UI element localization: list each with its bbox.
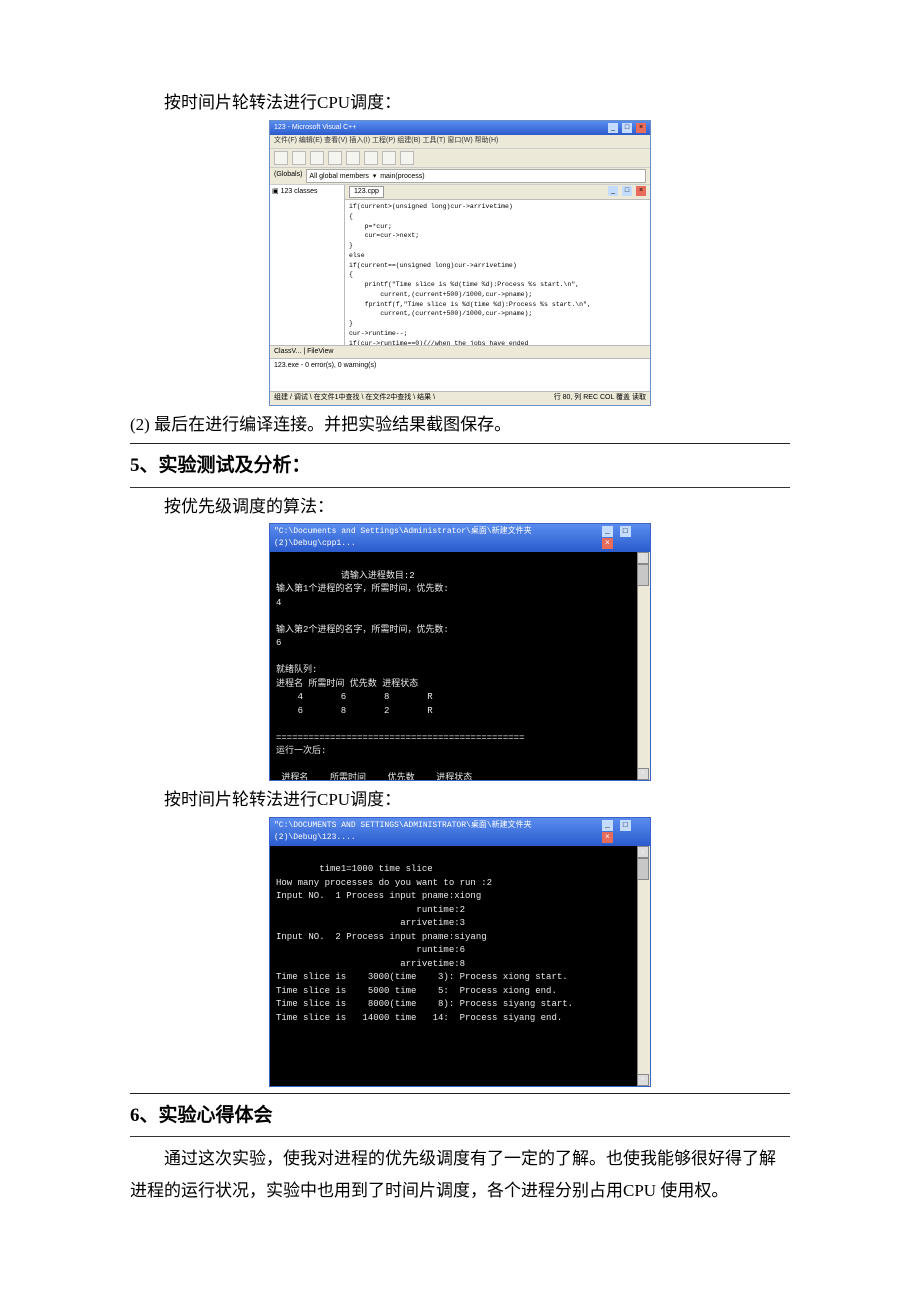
divider — [130, 487, 790, 488]
console-titlebar: "C:\DOCUMENTS AND SETTINGS\ADMINISTRATOR… — [270, 818, 650, 846]
close-icon[interactable]: × — [602, 832, 613, 843]
scope-label: (Globals) — [274, 170, 302, 181]
maximize-icon[interactable]: □ — [620, 526, 631, 537]
scrollbar[interactable]: ▴ ▾ — [637, 552, 650, 780]
console-priority-screenshot: "C:\Documents and Settings\Administrator… — [269, 523, 651, 781]
tree-root-label: 123 classes — [281, 188, 318, 195]
caption-rr: 按时间片轮转法进行CPU调度： — [164, 787, 790, 813]
editor-tab[interactable]: 123.cpp — [349, 186, 384, 199]
window-buttons: _ □ × — [606, 123, 646, 134]
toolbar-btn[interactable] — [328, 151, 342, 165]
toolbar-btn[interactable] — [364, 151, 378, 165]
console-title-text: "C:\DOCUMENTS AND SETTINGS\ADMINISTRATOR… — [274, 820, 600, 844]
workspace-tabs[interactable]: ClassV... | FileView — [270, 345, 650, 359]
members-dropdown[interactable] — [306, 169, 646, 183]
caption-line: 按时间片轮转法进行CPU调度： — [164, 90, 790, 116]
fileview-tab[interactable]: FileView — [307, 348, 333, 355]
divider — [130, 1136, 790, 1137]
ide-screenshot: 123 - Microsoft Visual C++ _ □ × 文件(F) 编… — [269, 120, 651, 406]
close-icon[interactable]: × — [636, 123, 646, 133]
close-icon[interactable]: × — [602, 538, 613, 549]
console-output: 请输入进程数目:2 输入第1个进程的名字，所需时间，优先数: 4 输入第2个进程… — [270, 552, 650, 780]
scroll-up-icon[interactable]: ▴ — [637, 552, 649, 564]
tree-root[interactable]: ▣ 123 classes — [272, 187, 342, 198]
scroll-down-icon[interactable]: ▾ — [637, 768, 649, 780]
window-buttons: _ □ × — [600, 526, 646, 550]
caption-line-2: (2) 最后在进行编译连接。并把实验结果截图保存。 — [130, 412, 790, 438]
status-left: 组建 / 调试 \ 在文件1中查找 \ 在文件2中查找 \ 结果 \ — [274, 393, 435, 404]
section-6-title: 6、实验心得体会 — [130, 1102, 790, 1131]
maximize-icon[interactable]: □ — [622, 123, 632, 133]
build-output: 123.exe - 0 error(s), 0 warning(s) — [270, 358, 650, 391]
console-output: time1=1000 time slice How many processes… — [270, 846, 650, 1086]
toolbar-btn[interactable] — [310, 151, 324, 165]
scroll-down-icon[interactable]: ▾ — [637, 1074, 649, 1086]
classview-tab[interactable]: ClassV... — [274, 348, 301, 355]
ide-menubar[interactable]: 文件(F) 编辑(E) 查看(V) 插入(I) 工程(P) 组建(B) 工具(T… — [270, 135, 650, 149]
console-rr-screenshot: "C:\DOCUMENTS AND SETTINGS\ADMINISTRATOR… — [269, 817, 651, 1087]
toolbar-btn[interactable] — [382, 151, 396, 165]
toolbar-btn[interactable] — [292, 151, 306, 165]
console-text: 请输入进程数目:2 输入第1个进程的名字，所需时间，优先数: 4 输入第2个进程… — [276, 571, 524, 781]
minimize-icon[interactable]: _ — [602, 820, 613, 831]
console-titlebar: "C:\Documents and Settings\Administrator… — [270, 524, 650, 552]
ide-toolbar[interactable] — [270, 149, 650, 168]
scrollbar[interactable]: ▴ ▾ — [637, 846, 650, 1086]
maximize-icon[interactable]: □ — [622, 186, 632, 196]
class-view-pane[interactable]: ▣ 123 classes — [270, 185, 345, 345]
scroll-up-icon[interactable]: ▴ — [637, 846, 649, 858]
section-5-title: 5、实验测试及分析： — [130, 452, 790, 481]
status-bar: 组建 / 调试 \ 在文件1中查找 \ 在文件2中查找 \ 结果 \ 行 80,… — [270, 391, 650, 405]
toolbar-btn[interactable] — [346, 151, 360, 165]
status-right: 行 80, 列 REC COL 覆盖 读取 — [554, 393, 646, 404]
window-buttons: _ □ × — [600, 820, 646, 844]
ide-title-text: 123 - Microsoft Visual C++ — [274, 123, 356, 134]
scroll-thumb[interactable] — [637, 858, 649, 880]
minimize-icon[interactable]: _ — [602, 526, 613, 537]
toolbar-btn[interactable] — [400, 151, 414, 165]
console-text: time1=1000 time slice How many processes… — [276, 864, 573, 1023]
console-title-text: "C:\Documents and Settings\Administrator… — [274, 526, 600, 550]
close-icon[interactable]: × — [636, 186, 646, 196]
maximize-icon[interactable]: □ — [620, 820, 631, 831]
minimize-icon[interactable]: _ — [608, 186, 618, 196]
caption-priority: 按优先级调度的算法： — [164, 494, 790, 520]
ide-titlebar: 123 - Microsoft Visual C++ _ □ × — [270, 121, 650, 136]
conclusion-paragraph: 通过这次实验，使我对进程的优先级调度有了一定的了解。也使我能够很好得了解进程的运… — [130, 1143, 790, 1208]
minimize-icon[interactable]: _ — [608, 123, 618, 133]
editor-window-buttons: _ □ × — [606, 186, 646, 199]
toolbar-btn[interactable] — [274, 151, 288, 165]
code-editor[interactable]: if(current>(unsigned long)cur->arrivetim… — [345, 200, 650, 345]
ide-address-bar: (Globals) — [270, 168, 650, 185]
scroll-thumb[interactable] — [637, 564, 649, 586]
